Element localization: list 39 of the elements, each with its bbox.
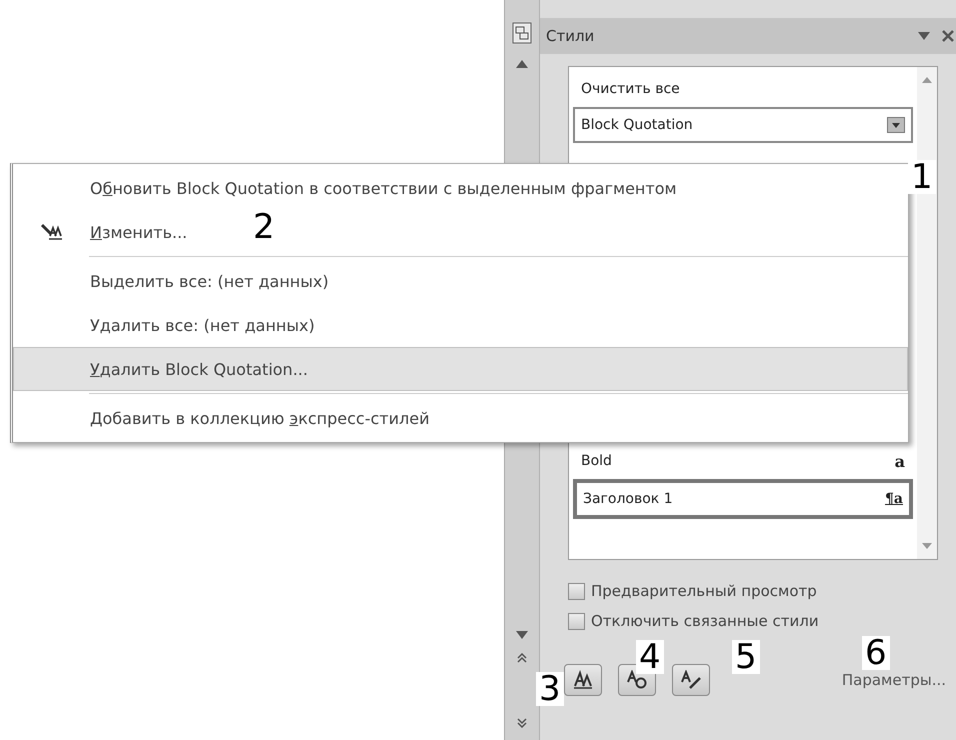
style-item[interactable]: Очистить все: [573, 71, 913, 107]
menu-item[interactable]: Изменить...: [90, 222, 188, 242]
scroll-up-icon[interactable]: [922, 77, 932, 83]
style-item[interactable]: Заголовок 1 ¶a: [573, 479, 913, 519]
menu-item[interactable]: Выделить все: (нет данных): [90, 272, 329, 290]
menu-item[interactable]: Обновить Block Quotation в соответствии с выделенным фрагментом: [90, 178, 677, 198]
close-icon[interactable]: [942, 30, 954, 42]
new-style-icon: [572, 670, 594, 690]
new-style-button[interactable]: [564, 664, 602, 696]
manage-styles-button[interactable]: [672, 664, 710, 696]
checkbox-label: Предварительный просмотр: [591, 582, 817, 600]
scroll-up-icon[interactable]: [516, 60, 528, 68]
pane-menu-icon[interactable]: [918, 32, 930, 40]
checkbox[interactable]: [568, 612, 585, 630]
style-item[interactable]: Block Quotation: [573, 107, 913, 143]
page-down-icon[interactable]: [517, 718, 527, 728]
menu-item[interactable]: Удалить все: (нет данных): [90, 316, 315, 334]
callout-number: 3: [536, 672, 564, 706]
callout-number: 6: [862, 636, 890, 670]
menu-item[interactable]: Удалить Block Quotation...: [90, 360, 308, 378]
callout-number: 4: [636, 640, 664, 674]
styles-pane-icon[interactable]: [512, 22, 532, 44]
callout-number: 5: [732, 640, 760, 674]
scroll-down-icon[interactable]: [516, 631, 528, 639]
style-item[interactable]: Bold a: [573, 443, 913, 479]
scroll-down-icon[interactable]: [922, 543, 932, 549]
style-inspector-icon: [626, 670, 648, 690]
page-up-icon[interactable]: [517, 653, 527, 663]
callout-number: 1: [908, 160, 936, 194]
checkbox[interactable]: [568, 582, 585, 600]
menu-item[interactable]: Добавить в коллекцию экспресс-стилей: [90, 408, 430, 428]
style-edit-icon: [41, 223, 63, 241]
pane-title: Стили: [546, 27, 596, 45]
options-link[interactable]: Параметры...: [842, 671, 946, 689]
checkbox-label: Отключить связанные стили: [591, 612, 819, 630]
style-type-mark: ¶a: [885, 491, 903, 507]
style-type-mark: a: [894, 452, 905, 470]
dropdown-icon[interactable]: [887, 117, 905, 133]
pencil-styles-icon: [680, 670, 702, 690]
